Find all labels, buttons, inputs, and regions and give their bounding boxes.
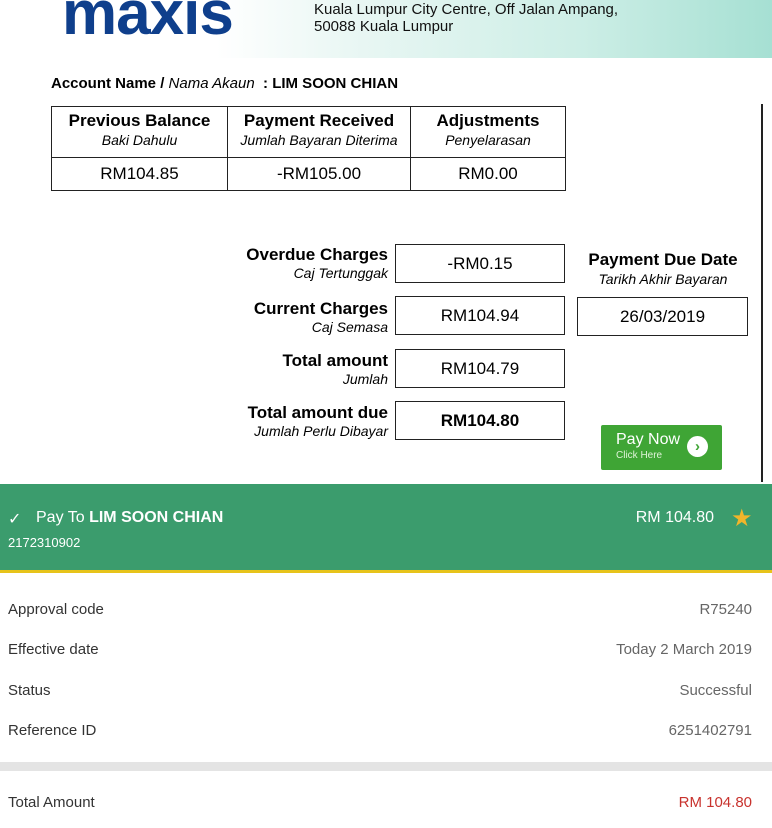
effective-date-label: Effective date	[8, 641, 99, 658]
overdue-charges-subtitle: Caj Tertunggak	[293, 265, 388, 281]
payment-summary-bar: ✓ Pay To LIM SOON CHIAN 2172310902 RM 10…	[0, 484, 772, 573]
payment-received-value: -RM105.00	[227, 157, 411, 191]
current-charges-subtitle: Caj Semasa	[311, 319, 388, 335]
effective-date-value: Today 2 March 2019	[616, 641, 752, 658]
current-charges-value: RM104.94	[395, 296, 565, 335]
pay-now-button[interactable]: Pay Now Click Here ›	[601, 425, 722, 470]
reference-id-value: 6251402791	[668, 722, 752, 739]
payment-received-title: Payment Received	[243, 111, 395, 130]
current-charges-title: Current Charges	[253, 299, 388, 318]
pay-now-sublabel: Click Here	[616, 450, 663, 461]
detail-row-effective-date: Effective date Today 2 March 2019	[0, 641, 772, 681]
payee-account-number: 2172310902	[8, 535, 81, 550]
total-amount-due-subtitle: Jumlah Perlu Dibayar	[254, 423, 388, 439]
total-amount-due-title: Total amount due	[247, 403, 388, 422]
approval-code-value: R75240	[699, 601, 752, 618]
adjustments-value: RM0.00	[410, 157, 566, 191]
account-label-en: Account Name /	[51, 75, 165, 92]
address-line-1: Kuala Lumpur City Centre, Off Jalan Ampa…	[314, 1, 619, 18]
adjustments-subtitle: Penyelarasan	[445, 132, 531, 148]
pay-to-prefix: Pay To	[36, 509, 85, 526]
section-divider	[0, 762, 772, 771]
previous-balance-subtitle: Baki Dahulu	[101, 132, 178, 148]
chevron-right-icon: ›	[687, 436, 708, 457]
detail-row-status: Status Successful	[0, 682, 772, 722]
current-charges-label: Current Charges Caj Semasa	[254, 299, 388, 336]
total-amount-due-label: Total amount due Jumlah Perlu Dibayar	[248, 403, 388, 440]
total-amount-due-value: RM104.80	[395, 401, 565, 440]
payment-due-date-title: Payment Due Date	[588, 250, 738, 269]
total-amount-label: Total amount Jumlah	[283, 351, 388, 388]
bill-border-line	[761, 104, 763, 482]
reference-id-label: Reference ID	[8, 722, 97, 739]
status-label: Status	[8, 682, 51, 699]
payment-amount: RM 104.80	[635, 509, 714, 526]
payment-received-subtitle: Jumlah Bayaran Diterima	[240, 132, 398, 148]
bill-header: maxis Kuala Lumpur City Centre, Off Jala…	[0, 0, 772, 58]
company-address: Kuala Lumpur City Centre, Off Jalan Ampa…	[314, 1, 618, 35]
account-label-ms: Nama Akaun	[168, 75, 255, 92]
checkmark-icon: ✓	[8, 511, 22, 528]
approval-code-label: Approval code	[8, 601, 104, 618]
detail-row-reference-id: Reference ID 6251402791	[0, 722, 772, 762]
status-value: Successful	[679, 682, 752, 699]
previous-balance-value: RM104.85	[51, 157, 228, 191]
adjustments-header: Adjustments Penyelarasan	[410, 106, 566, 158]
total-amount-row: Total Amount RM 104.80	[0, 794, 772, 828]
overdue-charges-title: Overdue Charges	[246, 245, 388, 264]
previous-balance-title: Previous Balance	[68, 111, 211, 130]
balance-table: Previous Balance Baki Dahulu Payment Rec…	[51, 106, 566, 191]
maxis-logo: maxis	[62, 0, 234, 48]
star-icon[interactable]: ★	[731, 504, 753, 533]
payment-due-date-label: Payment Due Date Tarikh Akhir Bayaran	[577, 250, 749, 288]
payment-due-date-subtitle: Tarikh Akhir Bayaran	[598, 271, 728, 287]
total-amount-row-value: RM 104.80	[678, 794, 752, 811]
pay-to-text: Pay To LIM SOON CHIAN	[36, 509, 223, 527]
payment-received-header: Payment Received Jumlah Bayaran Diterima	[227, 106, 411, 158]
overdue-charges-value: -RM0.15	[395, 244, 565, 283]
overdue-charges-label: Overdue Charges Caj Tertunggak	[246, 245, 388, 282]
payee-name: LIM SOON CHIAN	[89, 509, 224, 526]
total-amount-row-label: Total Amount	[8, 794, 95, 811]
payment-due-date-value: 26/03/2019	[577, 297, 748, 336]
detail-row-approval-code: Approval code R75240	[0, 601, 772, 641]
adjustments-title: Adjustments	[436, 111, 540, 130]
total-amount-subtitle: Jumlah	[342, 371, 388, 387]
account-name-row: Account Name / Nama Akaun : LIM SOON CHI…	[51, 75, 398, 92]
address-line-2: 50088 Kuala Lumpur	[314, 18, 454, 35]
account-name: : LIM SOON CHIAN	[263, 75, 399, 92]
previous-balance-header: Previous Balance Baki Dahulu	[51, 106, 228, 158]
total-amount-title: Total amount	[282, 351, 388, 370]
pay-now-label: Pay Now	[616, 431, 681, 448]
total-amount-value: RM104.79	[395, 349, 565, 388]
